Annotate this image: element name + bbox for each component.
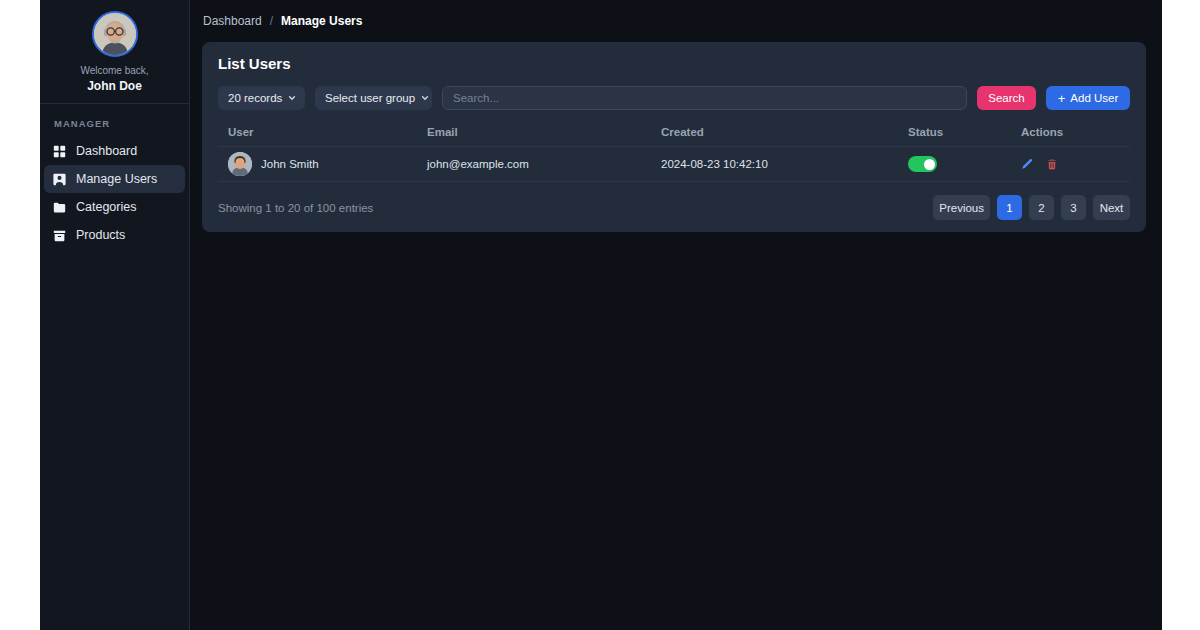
toggle-knob	[924, 159, 935, 170]
user-group-select-value: Select user group	[325, 92, 415, 104]
app-window: Welcome back, John Doe MANAGER Dashboard…	[40, 0, 1162, 630]
edit-icon[interactable]	[1021, 158, 1033, 170]
chevron-down-icon	[288, 94, 296, 102]
username: John Doe	[40, 79, 189, 93]
folder-icon	[53, 201, 66, 214]
user-group-select[interactable]: Select user group	[315, 86, 432, 110]
list-users-card: List Users 20 records Select user group …	[202, 42, 1146, 232]
user-email: john@example.com	[417, 147, 651, 182]
welcome-text: Welcome back,	[40, 65, 189, 76]
records-select[interactable]: 20 records	[218, 86, 305, 110]
breadcrumb-separator: /	[270, 14, 273, 28]
sidebar-item-manage-users[interactable]: Manage Users	[44, 165, 185, 193]
pagination: Previous 1 2 3 Next	[933, 195, 1130, 220]
sidebar-item-products[interactable]: Products	[44, 221, 185, 249]
chevron-down-icon	[421, 94, 429, 102]
pagination-page-1[interactable]: 1	[997, 195, 1022, 220]
archive-icon	[53, 229, 66, 242]
sidebar-item-dashboard[interactable]: Dashboard	[44, 137, 185, 165]
card-title: List Users	[218, 56, 1130, 72]
sidebar-item-categories[interactable]: Categories	[44, 193, 185, 221]
breadcrumb-current: Manage Users	[281, 14, 362, 28]
status-toggle[interactable]	[908, 156, 937, 172]
records-select-value: 20 records	[228, 92, 282, 104]
plus-icon: +	[1058, 92, 1066, 105]
add-user-button[interactable]: + Add User	[1046, 86, 1130, 110]
column-header-actions: Actions	[1011, 118, 1130, 147]
user-cell: John Smith	[228, 152, 407, 176]
search-button[interactable]: Search	[977, 86, 1036, 110]
row-avatar	[228, 152, 252, 176]
sidebar-divider	[40, 103, 189, 104]
pagination-page-3[interactable]: 3	[1061, 195, 1086, 220]
sidebar-section-label: MANAGER	[54, 118, 189, 129]
sidebar-item-label: Categories	[76, 200, 136, 214]
avatar-image	[94, 13, 136, 55]
main-content: Dashboard / Manage Users List Users 20 r…	[190, 0, 1162, 630]
table-row: John Smith john@example.com 2024-08-23 1…	[218, 147, 1130, 182]
pagination-previous[interactable]: Previous	[933, 195, 990, 220]
column-header-email: Email	[417, 118, 651, 147]
column-header-status: Status	[898, 118, 1011, 147]
pagination-next[interactable]: Next	[1093, 195, 1130, 220]
toolbar: 20 records Select user group Search + Ad…	[218, 86, 1130, 110]
column-header-created: Created	[651, 118, 898, 147]
search-input[interactable]	[442, 86, 967, 110]
column-header-user: User	[218, 118, 417, 147]
sidebar-nav: Dashboard Manage Users Categories Produc…	[40, 137, 189, 249]
user-created: 2024-08-23 10:42:10	[651, 147, 898, 182]
grid-icon	[53, 145, 66, 158]
sidebar-item-label: Products	[76, 228, 125, 242]
actions-cell	[1021, 158, 1120, 170]
user-avatar	[92, 11, 138, 57]
breadcrumb: Dashboard / Manage Users	[190, 0, 1162, 28]
person-badge-icon	[53, 173, 66, 186]
entries-summary: Showing 1 to 20 of 100 entries	[218, 202, 373, 214]
add-user-label: Add User	[1070, 92, 1118, 104]
breadcrumb-dashboard[interactable]: Dashboard	[203, 14, 262, 28]
sidebar-item-label: Manage Users	[76, 172, 157, 186]
sidebar: Welcome back, John Doe MANAGER Dashboard…	[40, 0, 190, 630]
sidebar-item-label: Dashboard	[76, 144, 137, 158]
user-name: John Smith	[261, 158, 319, 170]
profile-section: Welcome back, John Doe	[40, 0, 189, 93]
pagination-page-2[interactable]: 2	[1029, 195, 1054, 220]
delete-icon[interactable]	[1046, 158, 1058, 170]
users-table: User Email Created Status Actions	[218, 118, 1130, 182]
card-footer: Showing 1 to 20 of 100 entries Previous …	[218, 195, 1130, 220]
